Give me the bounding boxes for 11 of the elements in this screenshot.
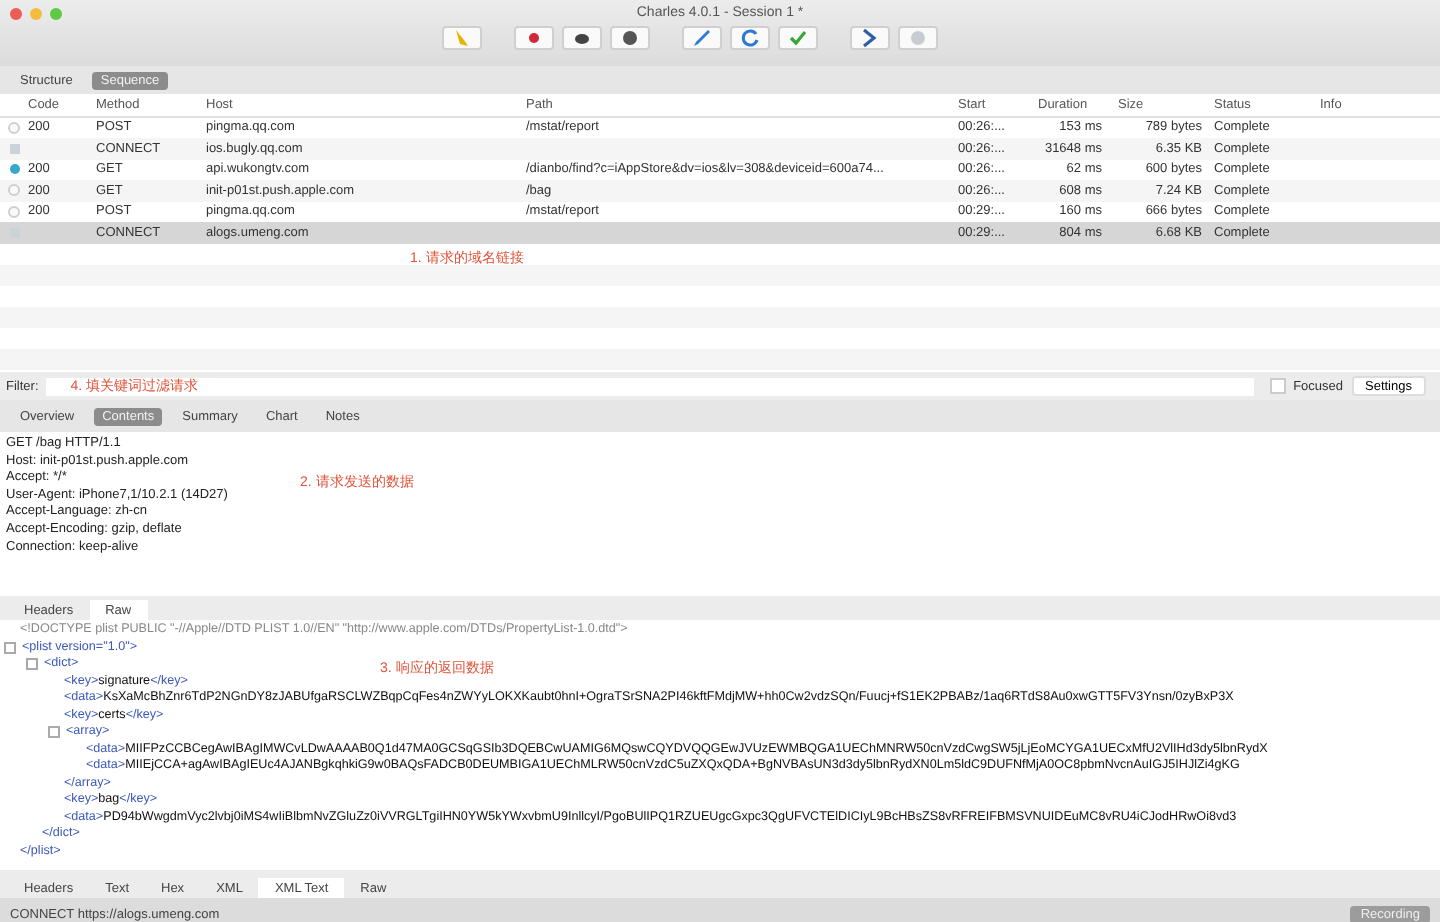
close-button[interactable] — [10, 7, 22, 19]
minimize-button[interactable] — [30, 7, 42, 19]
refresh-icon[interactable] — [730, 26, 770, 50]
record-icon[interactable] — [514, 26, 554, 50]
focused-checkbox[interactable] — [1269, 378, 1286, 394]
tools-icon[interactable] — [850, 26, 890, 50]
pen-icon[interactable] — [682, 26, 722, 50]
check-icon[interactable] — [778, 26, 818, 50]
fold-icon[interactable] — [48, 726, 60, 739]
breakpoint-icon[interactable] — [610, 26, 650, 50]
zoom-button[interactable] — [50, 7, 62, 19]
